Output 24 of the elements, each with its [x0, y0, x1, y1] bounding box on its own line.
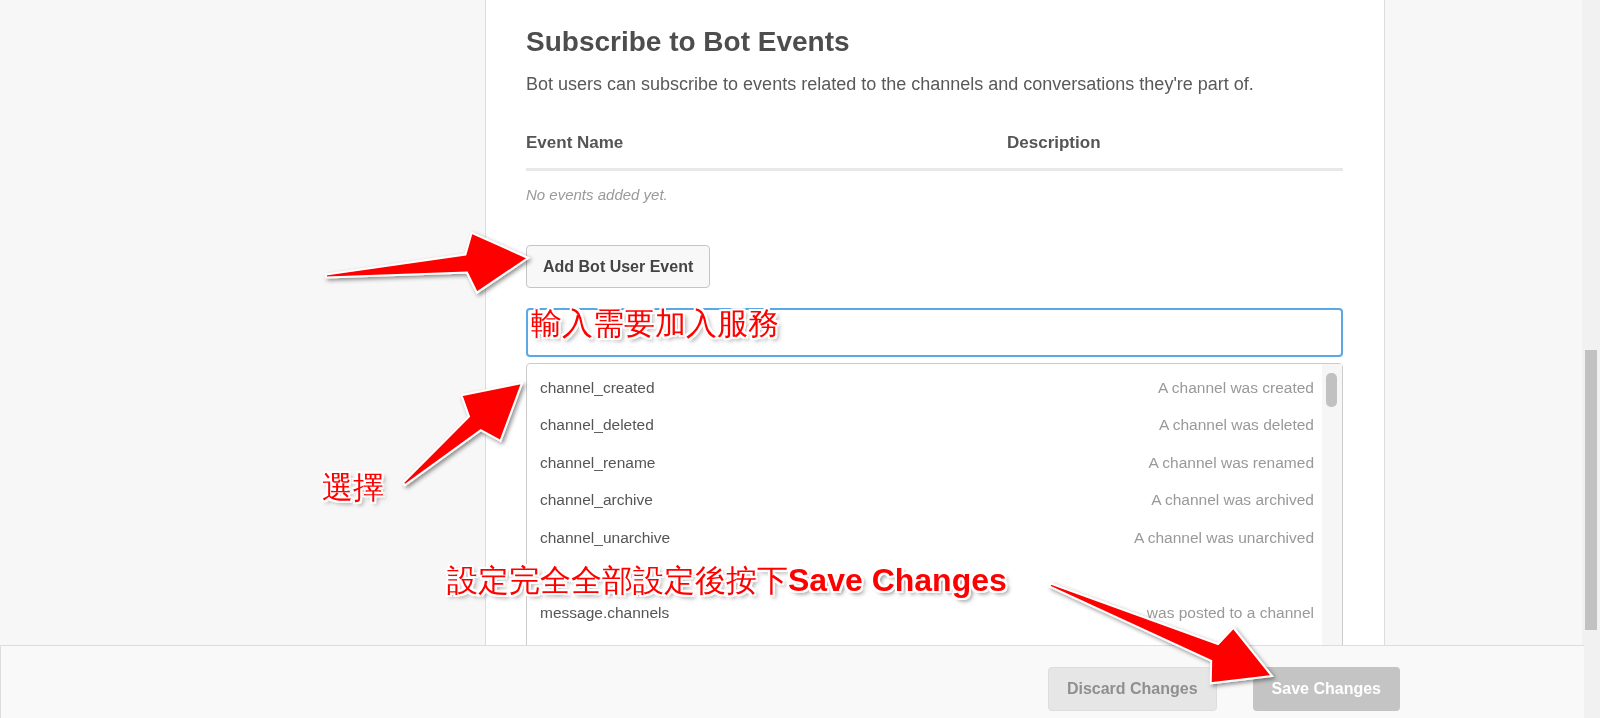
annotation-text: 設定完全全部設定後按下Save Changes — [447, 563, 1007, 597]
event-description: A channel was renamed — [1148, 453, 1314, 472]
event-option[interactable]: channel_deleted — [540, 416, 654, 435]
event-description: A channel was deleted — [1158, 416, 1314, 435]
event-option[interactable]: message.channels — [540, 603, 670, 622]
event-description: A channel was unarchived — [1133, 528, 1314, 547]
add-event-button[interactable]: Add Bot User Event — [526, 245, 711, 288]
event-option[interactable]: channel_rename — [540, 453, 656, 472]
search-field[interactable] — [526, 308, 1343, 357]
event-option[interactable]: channel_archive — [540, 491, 653, 510]
annotation-text: 輸入需要加入服務 — [531, 306, 779, 340]
event-option[interactable]: channel_created — [540, 378, 655, 397]
page-scrollbar[interactable] — [1585, 350, 1597, 630]
list-scrollbar[interactable] — [1326, 373, 1337, 407]
column-header: Event Name — [526, 132, 625, 154]
annotation-text: 選擇 — [322, 470, 384, 504]
empty-message: No events added yet. — [526, 185, 669, 205]
event-option[interactable]: channel_unarchive — [540, 528, 671, 547]
section-description: Bot users can subscribe to events related to the channels and conversations they're part of. — [526, 73, 1255, 96]
column-header: Description — [1007, 132, 1101, 154]
event-description: A channel was archived — [1151, 491, 1314, 510]
event-description: A channel was created — [1158, 378, 1314, 397]
section-title: Subscribe to Bot Events — [526, 25, 851, 59]
event-description: was posted to a channel — [1146, 603, 1314, 622]
